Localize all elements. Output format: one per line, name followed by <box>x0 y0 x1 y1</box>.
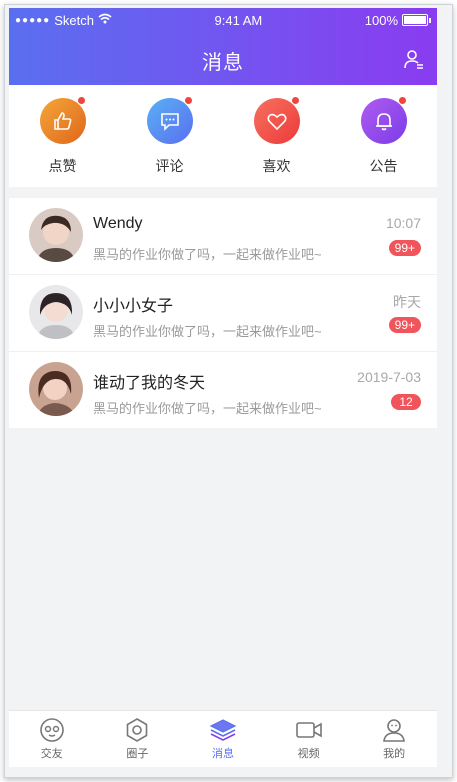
heart-icon <box>253 98 300 144</box>
quick-announcement[interactable]: 公告 <box>344 85 424 176</box>
page-title: 消息 <box>202 52 244 74</box>
contact-name: 小小小女子 <box>93 298 174 315</box>
quick-favorite[interactable]: 喜欢 <box>237 85 317 176</box>
notification-dot <box>184 97 192 104</box>
message-preview: 黑马的作业你做了吗，一起来做作业吧~ <box>93 324 322 339</box>
carrier-label: Sketch <box>54 12 94 28</box>
quick-comment[interactable]: 评论 <box>130 85 210 176</box>
quick-label-favorite: 喜欢 <box>262 158 291 174</box>
quick-label-announcement: 公告 <box>369 158 398 174</box>
tab-friends[interactable]: 交友 <box>12 711 92 761</box>
unread-badge: 12 <box>391 394 421 410</box>
battery-icon <box>402 14 428 26</box>
message-row[interactable]: 小小小女子 黑马的作业你做了吗，一起来做作业吧~ 昨天 99+ <box>9 275 437 352</box>
quick-label-like: 点赞 <box>48 158 77 174</box>
signal-icon: ●●●●● <box>15 14 51 26</box>
tab-circle[interactable]: 圈子 <box>97 711 177 761</box>
contact-name: Wendy <box>93 215 143 232</box>
message-row[interactable]: 谁动了我的冬天 黑马的作业你做了吗，一起来做作业吧~ 2019-7-03 12 <box>9 352 437 428</box>
tab-video[interactable]: 视频 <box>269 711 349 761</box>
quick-like[interactable]: 点赞 <box>23 85 103 176</box>
tab-bar: 交友 圈子 消息 视频 我的 <box>9 710 437 767</box>
video-camera-icon <box>295 722 322 738</box>
profile-icon <box>383 719 406 742</box>
tab-label: 消息 <box>211 748 234 760</box>
message-time: 昨天 <box>393 294 421 310</box>
app-header: ●●●●● Sketch 9:41 AM 100% 消息 <box>9 8 437 85</box>
status-bar: ●●●●● Sketch 9:41 AM 100% <box>9 8 437 32</box>
battery-percent: 100% <box>364 12 398 28</box>
message-time: 10:07 <box>385 215 421 231</box>
tab-label: 视频 <box>297 748 320 760</box>
layers-icon <box>209 719 237 741</box>
comment-icon <box>146 98 193 144</box>
quick-label-comment: 评论 <box>155 158 184 174</box>
thumbs-up-icon <box>39 98 86 144</box>
notification-dot <box>291 97 299 104</box>
unread-badge: 99+ <box>388 317 421 333</box>
tab-label: 交友 <box>40 748 63 760</box>
notification-dot <box>77 97 85 104</box>
message-preview: 黑马的作业你做了吗，一起来做作业吧~ <box>93 247 322 262</box>
message-list: Wendy 黑马的作业你做了吗，一起来做作业吧~ 10:07 99+ 小小小女子… <box>9 198 437 428</box>
tab-label: 圈子 <box>126 748 149 760</box>
contacts-icon[interactable] <box>403 48 425 70</box>
friends-icon <box>39 718 64 742</box>
avatar <box>29 208 83 262</box>
tab-label: 我的 <box>383 748 406 760</box>
clock-label: 9:41 AM <box>214 12 263 28</box>
contact-name: 谁动了我的冬天 <box>93 375 206 392</box>
avatar <box>29 362 83 416</box>
message-time: 2019-7-03 <box>357 369 421 385</box>
hexagon-icon <box>127 718 148 742</box>
unread-badge: 99+ <box>388 240 421 256</box>
battery-indicator: 100% <box>365 13 431 28</box>
wifi-icon <box>98 13 112 27</box>
tab-messages[interactable]: 消息 <box>183 711 263 761</box>
bell-icon <box>360 98 407 144</box>
tab-profile[interactable]: 我的 <box>354 711 434 761</box>
avatar <box>29 285 83 339</box>
message-preview: 黑马的作业你做了吗，一起来做作业吧~ <box>93 401 322 416</box>
quick-actions: 点赞 评论 喜欢 公告 <box>9 85 437 187</box>
notification-dot <box>398 97 406 104</box>
message-row[interactable]: Wendy 黑马的作业你做了吗，一起来做作业吧~ 10:07 99+ <box>9 198 437 275</box>
